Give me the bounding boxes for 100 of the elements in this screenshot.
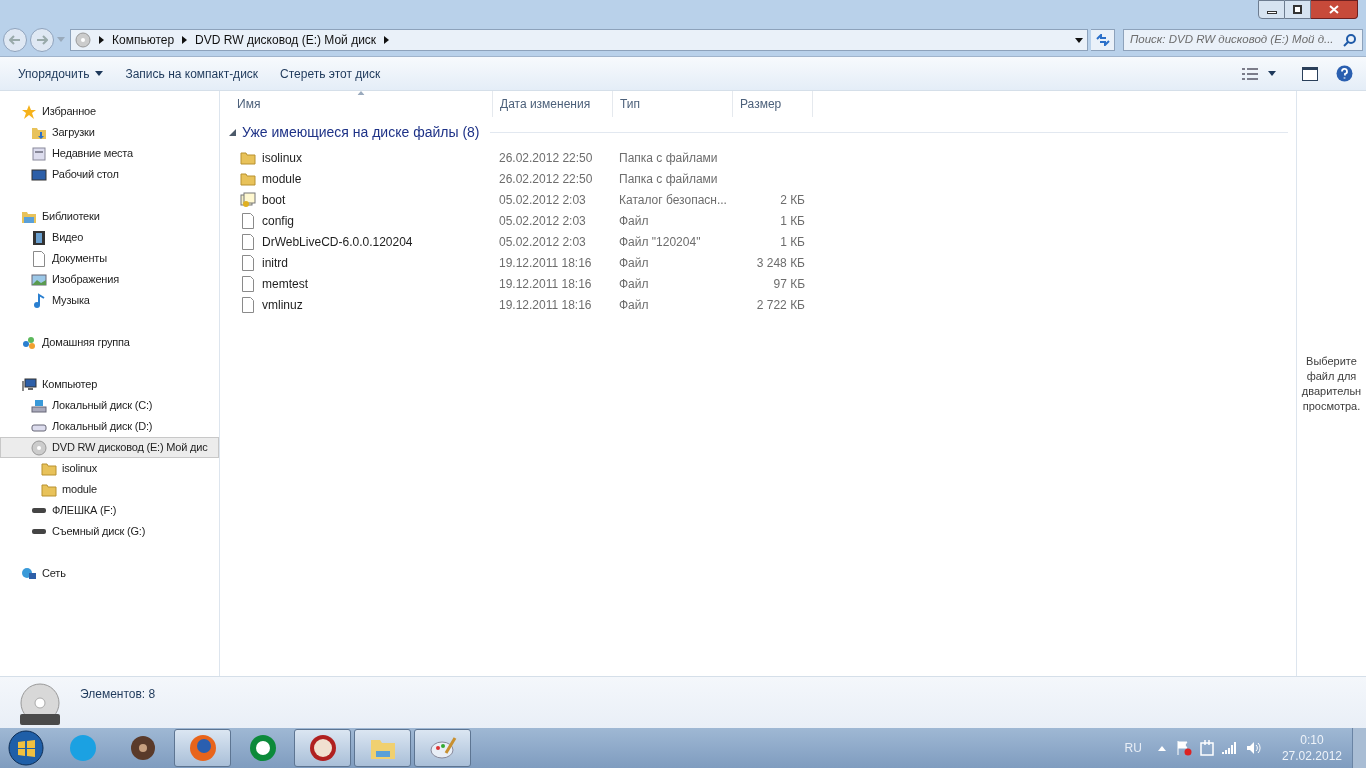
sidebar-item[interactable]: module [0,479,219,500]
file-name[interactable]: isolinux [262,148,303,167]
file-name[interactable]: module [262,169,302,188]
file-name[interactable]: vmlinuz [262,295,303,314]
sidebar-item[interactable]: Музыка [0,290,219,311]
date-cell-text: 19.12.2011 18:16 [498,296,593,314]
file-name[interactable]: initrd [262,253,288,272]
removable-drive-icon [32,529,46,534]
size-cell-text: 2 722 КБ [756,296,805,314]
restore-button[interactable] [1285,0,1311,19]
size-cell-text: 1 КБ [780,212,805,230]
size-cell-text: 3 248 КБ [756,254,805,272]
breadcrumb[interactable]: DVD RW дисковод (E:) Мой диск [195,31,377,49]
toolbar-button[interactable]: Запись на компакт-диск [117,60,273,87]
caret-down-icon [1268,71,1276,76]
sidebar-item[interactable]: isolinux [0,458,219,479]
size-cell-text: 2 КБ [780,191,805,209]
taskbar-button[interactable] [354,729,411,767]
type-cell-text: Файл [618,296,650,314]
taskbar-button[interactable] [414,729,471,767]
column-header[interactable]: Дата изменения [493,91,613,117]
sidebar-item[interactable]: Загрузки [0,122,219,143]
music-note-icon [31,292,47,309]
type-cell-text: Папка с файлами [618,170,719,188]
document-icon [241,254,255,271]
recent-places-icon [31,145,47,162]
sidebar-item[interactable]: Избранное [0,101,219,122]
help-icon [1335,65,1353,82]
star-icon [21,103,37,120]
type-cell-text: Файл "120204" [618,233,702,251]
removable-drive-icon [32,508,46,513]
group-header[interactable]: Уже имеющиеся на диске файлы (8) [242,121,480,143]
date-cell-text: 19.12.2011 18:16 [498,275,593,293]
speaker-icon[interactable] [1245,741,1262,755]
forward-arrow-icon [36,35,48,45]
sidebar-item[interactable]: Недавние места [0,143,219,164]
sidebar-item[interactable]: Домашняя группа [0,332,219,353]
taskbar-button[interactable] [174,729,231,767]
sidebar-item[interactable]: Локальный диск (D:) [0,416,219,437]
date-cell-text: 05.02.2012 2:03 [498,212,587,230]
sidebar-item[interactable]: Сеть [0,563,219,584]
file-name[interactable]: DrWebLiveCD-6.0.0.120204 [262,232,413,251]
image-icon [31,271,47,288]
sidebar-item[interactable]: Изображения [0,269,219,290]
search-icon [1343,33,1356,47]
disc-icon [31,439,47,456]
breadcrumb[interactable]: Компьютер [112,31,175,49]
caret-down-icon [95,71,104,76]
type-cell-text: Файл [618,275,650,293]
signal-bars-icon[interactable] [1221,742,1238,754]
folder-icon [41,460,57,477]
column-header[interactable]: Тип [613,91,733,117]
expanded-caret-icon[interactable] [229,128,236,136]
toolbar-button[interactable]: Упорядочить [10,60,118,87]
details-view-icon [1242,67,1258,80]
taskbar-button[interactable] [294,729,351,767]
sidebar-item[interactable]: Видео [0,227,219,248]
size-cell-text: 1 КБ [780,233,805,251]
chevron-right-icon[interactable] [99,36,104,44]
sidebar-item[interactable]: Съемный диск (G:) [0,521,219,542]
refresh-button[interactable] [1091,29,1115,51]
address-bar[interactable]: Компьютер DVD RW дисковод (E:) Мой диск [70,29,1088,51]
column-header[interactable]: Размер [733,91,813,117]
file-name[interactable]: config [262,211,295,230]
sidebar-item[interactable]: Локальный диск (C:) [0,395,219,416]
search-field[interactable]: Поиск: DVD RW дисковод (E:) Мой д... [1123,29,1363,51]
sidebar-item[interactable]: ФЛЕШКА (F:) [0,500,219,521]
close-icon [1329,5,1339,14]
document-icon [241,212,255,229]
homegroup-icon [21,334,37,351]
dropdown-caret-icon[interactable] [1075,37,1083,43]
sidebar-item[interactable]: Библиотеки [0,206,219,227]
windows-logo-icon [8,730,44,766]
minimize-icon [1266,11,1277,14]
date-cell-text: 19.12.2011 18:16 [498,254,593,272]
sidebar-item[interactable]: Компьютер [0,374,219,395]
pane-icon [1302,66,1318,81]
file-name[interactable]: boot [262,190,286,209]
chevron-right-icon[interactable] [384,36,390,44]
minimize-button[interactable] [1258,0,1285,19]
sidebar-item[interactable]: DVD RW дисковод (E:) Мой дис [0,437,219,458]
document-icon [241,296,255,313]
computer-icon [21,376,37,393]
flag-error-icon[interactable] [1175,740,1192,756]
file-name[interactable]: memtest [262,274,308,293]
toolbar-button[interactable]: Стереть этот диск [272,60,395,87]
document-icon [241,275,255,292]
disc-icon [75,32,91,48]
type-cell-text: Каталог безопасн... [618,191,728,209]
close-button[interactable] [1311,0,1358,19]
folder-icon [240,149,256,166]
folder-icon [41,481,57,498]
sidebar-item[interactable]: Документы [0,248,219,269]
certificate-icon [240,191,256,208]
chevron-right-icon[interactable] [182,36,188,44]
sidebar-item[interactable]: Рабочий стол [0,164,219,185]
date-cell-text: 26.02.2012 22:50 [498,149,594,167]
search-input[interactable]: Поиск: DVD RW дисковод (E:) Мой д... [1130,31,1343,49]
column-header[interactable]: Имя [230,91,493,117]
dvd-disc-icon [18,683,62,727]
